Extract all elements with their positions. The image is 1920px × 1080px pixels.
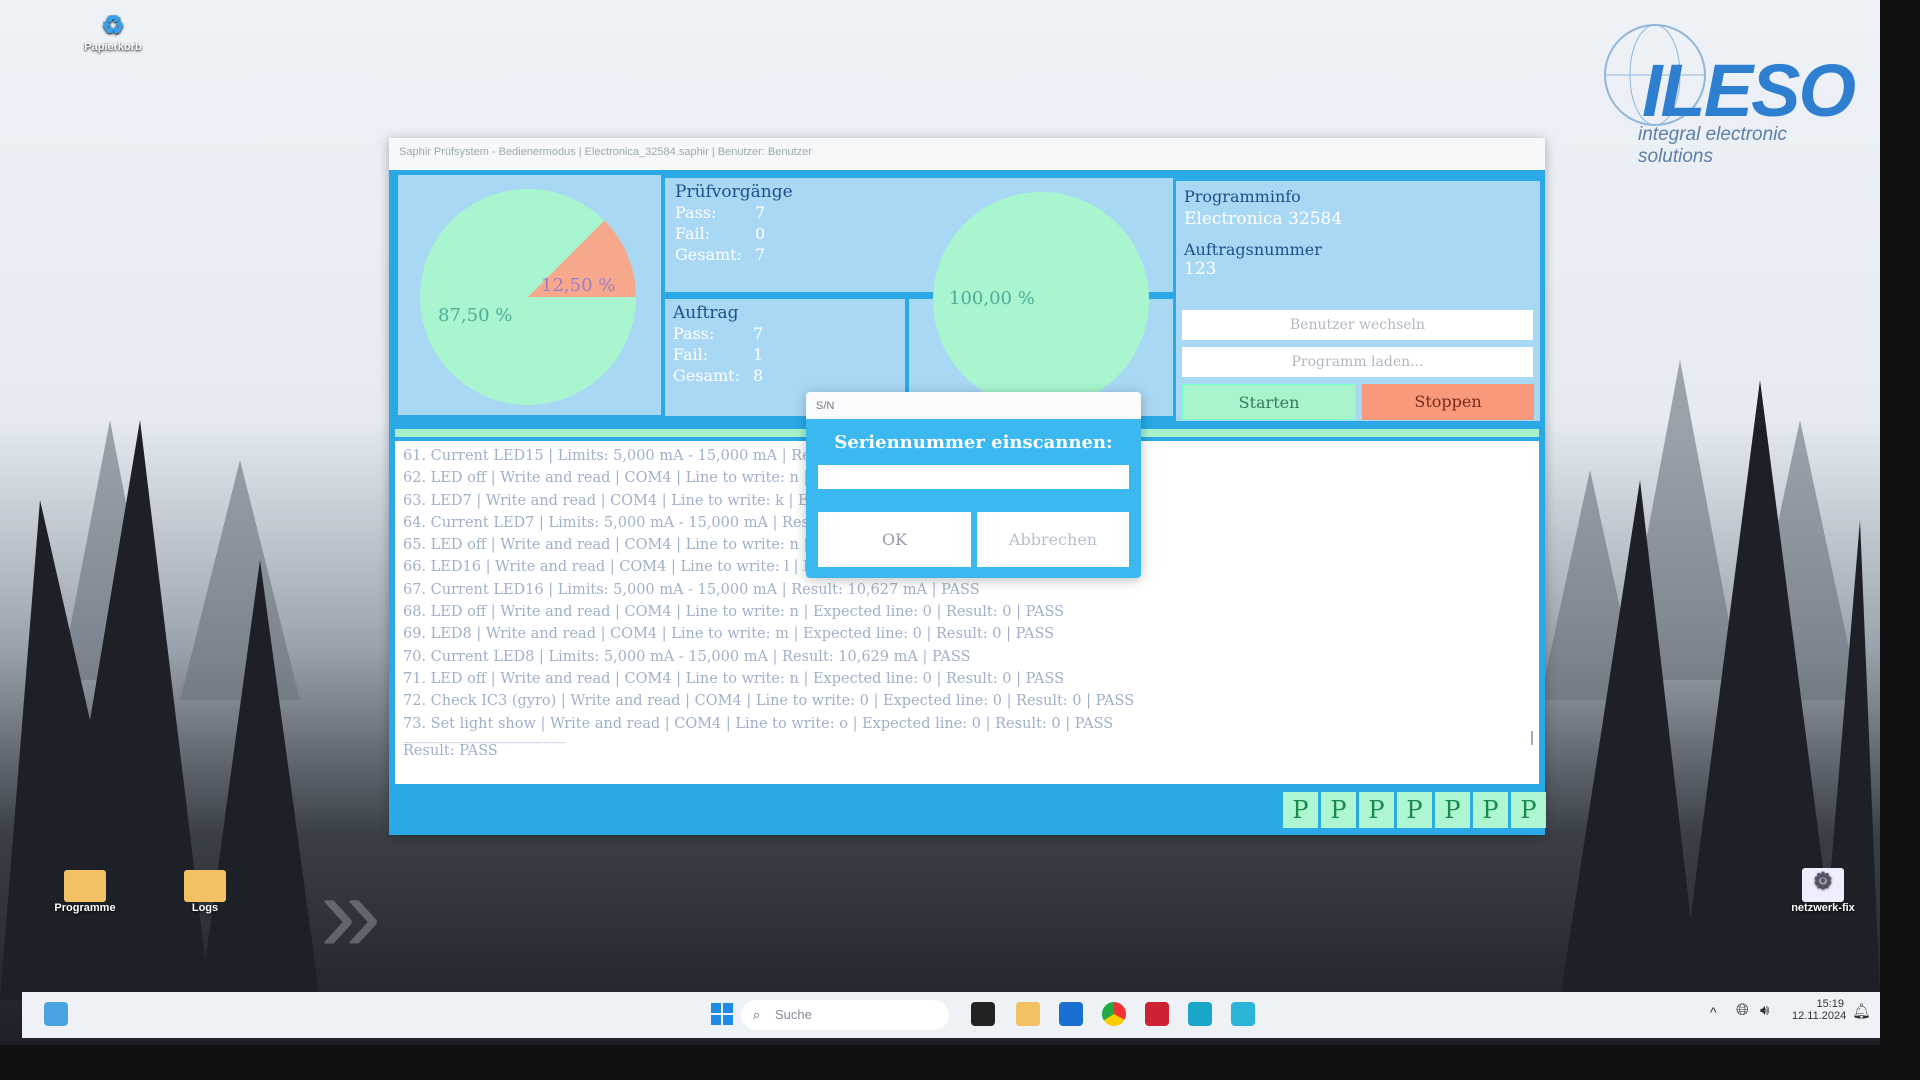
- log-line: 70. Current LED8 | Limits: 5,000 mA - 15…: [403, 648, 971, 665]
- switch-user-button[interactable]: Benutzer wechseln: [1182, 310, 1533, 340]
- history-result-badge: P: [1359, 792, 1394, 828]
- arduino-icon[interactable]: [1188, 1002, 1212, 1026]
- serial-number-dialog: S/N Seriennummer einscannen: OK Abbreche…: [806, 392, 1141, 578]
- history-result-badge: P: [1473, 792, 1508, 828]
- notepad-icon[interactable]: [1231, 1002, 1255, 1026]
- total-label: Gesamt:: [675, 245, 742, 264]
- history-result-badge: P: [1511, 792, 1546, 828]
- pie-chart-total: [420, 189, 636, 405]
- history-result-badge: P: [1283, 792, 1318, 828]
- gear-icon: ⚙: [1802, 868, 1844, 902]
- watermark-arrows: »: [320, 852, 382, 975]
- pie-panel-left: 87,50 % 12,50 %: [398, 175, 661, 415]
- tray-overflow-icon[interactable]: ^: [1710, 1004, 1717, 1020]
- load-program-button[interactable]: Programm laden...: [1182, 347, 1533, 377]
- pass-count: 7: [755, 203, 766, 222]
- folder-icon: [184, 870, 226, 902]
- dialog-titlebar: S/N: [806, 392, 1141, 419]
- saphir-app-icon[interactable]: [1059, 1002, 1083, 1026]
- start-button[interactable]: Starten: [1182, 384, 1356, 420]
- fail-label: Fail:: [673, 345, 709, 364]
- log-line: 73. Set light show | Write and read | CO…: [403, 715, 1114, 732]
- scrollbar[interactable]: [1531, 731, 1533, 745]
- desktop-icon-logs[interactable]: Logs: [160, 870, 250, 914]
- folder-icon: [64, 870, 106, 902]
- log-line: 68. LED off | Write and read | COM4 | Li…: [403, 604, 1065, 621]
- total-label: Gesamt:: [673, 366, 740, 385]
- desktop-icon-programme[interactable]: Programme: [40, 870, 130, 914]
- network-icon[interactable]: 🌐︎: [1736, 1002, 1749, 1020]
- pie-pass-label: 87,50 %: [438, 305, 513, 326]
- notification-bell-icon[interactable]: 🔔︎: [1852, 1002, 1871, 1020]
- stop-button[interactable]: Stoppen: [1362, 384, 1534, 420]
- cancel-button[interactable]: Abbrechen: [977, 512, 1129, 567]
- widgets-icon[interactable]: [44, 1002, 68, 1026]
- serial-number-input[interactable]: [818, 465, 1129, 489]
- pass-label: Pass:: [673, 324, 715, 343]
- time: 15:19: [1816, 998, 1844, 1010]
- fail-label: Fail:: [675, 224, 711, 243]
- pie-fail-label: 12,50 %: [541, 275, 616, 296]
- desktop-icon-papierkorb[interactable]: ♻ Papierkorb: [68, 10, 158, 53]
- order-number: 123: [1184, 259, 1217, 279]
- file-explorer-icon[interactable]: [1016, 1002, 1040, 1026]
- search-icon: ⌕: [753, 1007, 761, 1022]
- total-count: 7: [755, 245, 766, 264]
- total-count: 8: [753, 366, 764, 385]
- order-number-title: Auftragsnummer: [1184, 240, 1322, 259]
- ok-button[interactable]: OK: [818, 512, 971, 567]
- chrome-icon[interactable]: [1102, 1002, 1126, 1026]
- search-placeholder: Suche: [775, 1007, 812, 1022]
- desktop-icon-netzwerk-fix[interactable]: ⚙ netzwerk-fix: [1778, 868, 1868, 914]
- log-line: 69. LED8 | Write and read | COM4 | Line …: [403, 626, 1055, 643]
- taskbar: ⌕ Suche ^ 🌐︎ 🔊︎ 15:19 12.11.2024 🔔︎: [22, 992, 1880, 1038]
- pass-label: Pass:: [675, 203, 717, 222]
- fail-count: 0: [755, 224, 766, 243]
- programminfo-title: Programminfo: [1184, 187, 1301, 206]
- ileso-logo: ILESO integral electronic solutions: [1600, 20, 1860, 167]
- volume-icon[interactable]: 🔊︎: [1760, 1002, 1769, 1019]
- pass-count: 7: [753, 324, 764, 343]
- window-titlebar: Saphir Prüfsystem - Bedienermodus | Elec…: [389, 138, 1545, 170]
- history-result-badge: P: [1435, 792, 1470, 828]
- date: 12.11.2024: [1792, 1010, 1847, 1022]
- dialog-heading: Seriennummer einscannen:: [834, 432, 1113, 453]
- log-line: 71. LED off | Write and read | COM4 | Li…: [403, 670, 1065, 687]
- task-view-icon[interactable]: [971, 1002, 995, 1026]
- start-button[interactable]: [711, 1003, 733, 1025]
- auftrag-title: Auftrag: [673, 303, 739, 323]
- log-line: 67. Current LED16 | Limits: 5,000 mA - 1…: [403, 581, 980, 598]
- history-result-badge: P: [1397, 792, 1432, 828]
- recycle-bin-icon: ♻: [101, 10, 125, 40]
- app-icon[interactable]: [1145, 1002, 1169, 1026]
- log-line: 72. Check IC3 (gyro) | Write and read | …: [403, 693, 1135, 710]
- clock[interactable]: 15:19 12.11.2024: [1792, 998, 1847, 1022]
- taskbar-search[interactable]: ⌕ Suche: [741, 1000, 949, 1030]
- fail-count: 1: [753, 345, 764, 364]
- history-result-badge: P: [1321, 792, 1356, 828]
- pie-right-pass-label: 100,00 %: [949, 288, 1035, 309]
- log-separator: ----------------------------------------…: [403, 737, 566, 747]
- log-result: Result: PASS: [403, 743, 498, 759]
- program-name: Electronica 32584: [1184, 209, 1343, 229]
